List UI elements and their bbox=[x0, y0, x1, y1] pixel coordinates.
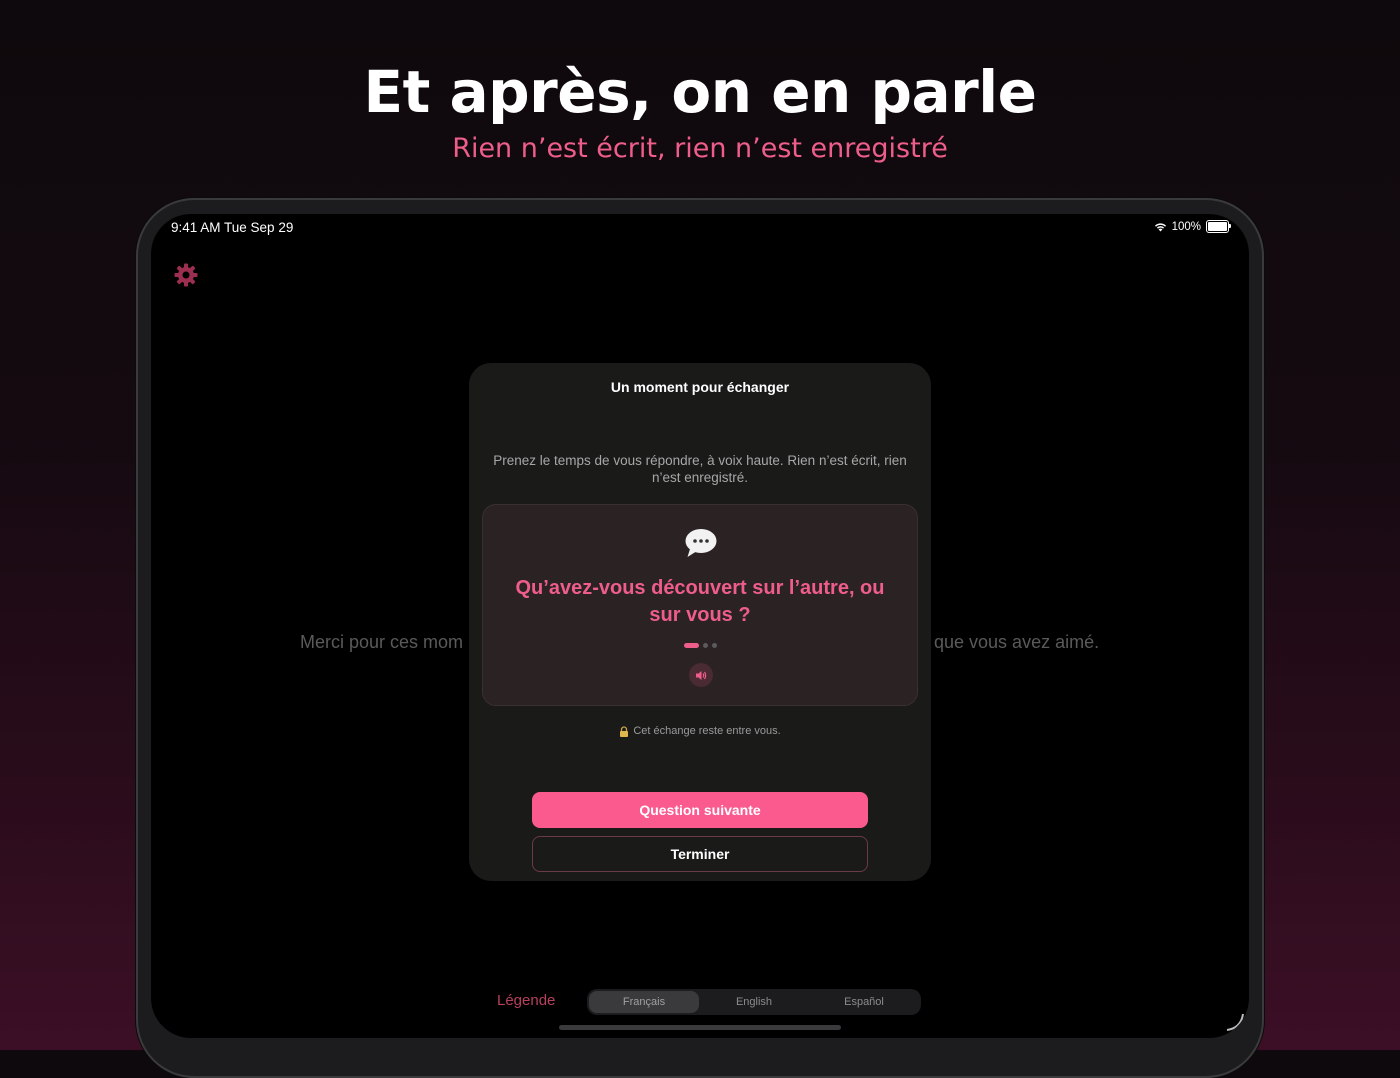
status-time: 9:41 AM Tue Sep 29 bbox=[171, 220, 294, 235]
wifi-icon bbox=[1154, 222, 1166, 231]
page-dot bbox=[712, 643, 717, 648]
modal-description: Prenez le temps de vous répondre, à voix… bbox=[493, 453, 907, 485]
language-option-francais[interactable]: Français bbox=[589, 991, 699, 1013]
modal-title: Un moment pour échanger bbox=[610, 379, 790, 395]
privacy-note: Cet échange reste entre vous. bbox=[469, 725, 931, 737]
promo-headline: Et après, on en parle bbox=[363, 58, 1037, 126]
lock-icon bbox=[620, 725, 629, 737]
legend-label[interactable]: Légende bbox=[497, 992, 555, 1009]
question-text: Qu’avez-vous découvert sur l’autre, ou s… bbox=[515, 577, 885, 626]
page-indicator[interactable] bbox=[684, 643, 717, 648]
page-dot-active bbox=[684, 643, 699, 648]
question-card: Qu’avez-vous découvert sur l’autre, ou s… bbox=[482, 504, 918, 706]
exchange-modal: Un moment pour échanger Prenez le temps … bbox=[469, 363, 931, 881]
language-selector[interactable]: Français English Español bbox=[587, 989, 921, 1015]
battery-icon bbox=[1206, 220, 1231, 233]
speech-bubble-icon bbox=[685, 529, 717, 557]
language-option-english[interactable]: English bbox=[699, 991, 809, 1013]
status-right: 100% bbox=[1154, 220, 1231, 233]
speaker-icon bbox=[696, 670, 707, 680]
promo-subheadline: Rien n’est écrit, rien n’est enregistré bbox=[452, 133, 948, 164]
battery-percent: 100% bbox=[1171, 220, 1201, 233]
gear-icon[interactable] bbox=[173, 262, 199, 288]
speaker-button[interactable] bbox=[689, 663, 713, 687]
home-indicator[interactable] bbox=[559, 1025, 841, 1030]
privacy-note-text: Cet échange reste entre vous. bbox=[633, 725, 781, 737]
app-screen: 9:41 AM Tue Sep 29 100% Merci pour ces m… bbox=[151, 214, 1249, 1038]
background-text-right: que vous avez aimé. bbox=[934, 632, 1100, 652]
next-question-button[interactable]: Question suivante bbox=[532, 792, 868, 828]
finish-button[interactable]: Terminer bbox=[532, 836, 868, 872]
language-option-espanol[interactable]: Español bbox=[809, 991, 919, 1013]
screen-corner-mark bbox=[1226, 1013, 1244, 1031]
page-dot bbox=[703, 643, 708, 648]
background-text-left: Merci pour ces mom bbox=[300, 632, 464, 652]
